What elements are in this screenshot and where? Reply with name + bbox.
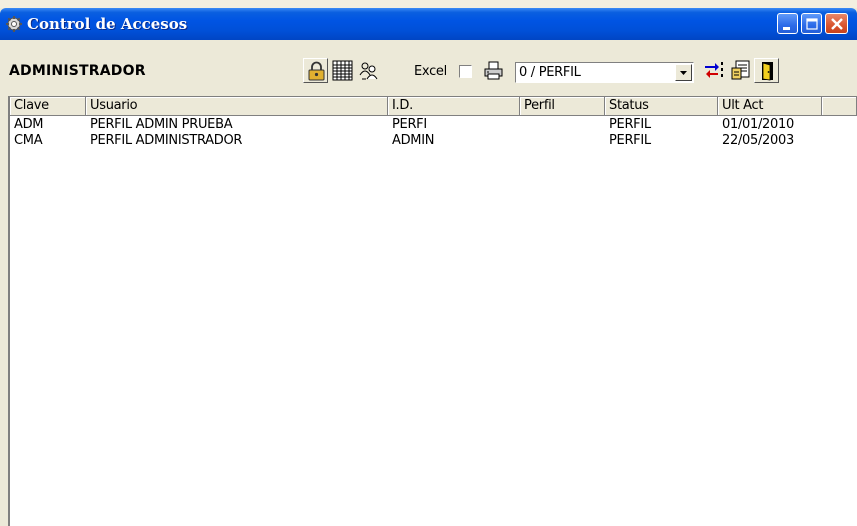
table-row[interactable]: CMA PERFIL ADMINISTRADOR ADMIN PERFIL 22…: [10, 133, 857, 149]
table-header: Clave Usuario I.D. Perfil Status Ult Act: [10, 97, 857, 116]
close-icon: [831, 18, 843, 30]
cell-usuario: PERFIL ADMINISTRADOR: [90, 133, 243, 148]
print-button[interactable]: [481, 58, 506, 83]
title-bar[interactable]: Control de Accesos: [0, 8, 857, 40]
maximize-button[interactable]: [801, 13, 822, 34]
maximize-icon: [806, 18, 818, 30]
column-header-usuario[interactable]: Usuario: [86, 97, 388, 116]
excel-label: Excel: [414, 64, 447, 79]
transfer-button[interactable]: [702, 58, 727, 83]
column-header-filler: [822, 97, 857, 116]
gear-icon: [5, 15, 23, 33]
user-role-label: ADMINISTRADOR: [9, 63, 146, 79]
chevron-down-icon: [680, 71, 687, 75]
users-table[interactable]: Clave Usuario I.D. Perfil Status Ult Act…: [8, 96, 857, 526]
printer-icon: [484, 61, 503, 80]
profile-select-value: 0 / PERFIL: [519, 65, 581, 80]
close-button[interactable]: [825, 13, 848, 34]
cell-clave: CMA: [14, 133, 43, 148]
cell-status: PERFIL: [609, 117, 651, 132]
background-strip: [0, 0, 857, 8]
lock-icon: [308, 61, 325, 81]
cell-id: ADMIN: [392, 133, 435, 148]
profile-select-dropdown-button[interactable]: [675, 64, 692, 81]
column-header-perfil[interactable]: Perfil: [520, 97, 605, 116]
exit-door-icon: [762, 62, 773, 81]
minimize-icon: [783, 27, 790, 30]
cell-usuario: PERFIL ADMIN PRUEBA: [90, 117, 233, 132]
users-button[interactable]: [356, 58, 381, 83]
cell-ult-act: 22/05/2003: [722, 133, 794, 148]
grid-icon: [332, 60, 353, 81]
table-row[interactable]: ADM PERFIL ADMIN PRUEBA PERFI PERFIL 01/…: [10, 117, 857, 133]
column-header-clave[interactable]: Clave: [10, 97, 86, 116]
cell-ult-act: 01/01/2010: [722, 117, 794, 132]
column-header-id[interactable]: I.D.: [388, 97, 520, 116]
toolbar: ADMINISTRADOR Excel 0 / PERFIL: [0, 40, 857, 96]
lock-button[interactable]: [303, 58, 328, 83]
transfer-icon: [705, 62, 723, 78]
users-icon: [359, 62, 378, 80]
profile-select[interactable]: 0 / PERFIL: [515, 62, 694, 83]
cell-clave: ADM: [14, 117, 44, 132]
cell-status: PERFIL: [609, 133, 651, 148]
app-window: Control de Accesos ADMINISTRADOR Excel 0…: [0, 8, 857, 526]
column-header-ult-act[interactable]: Ult Act: [718, 97, 822, 116]
excel-checkbox[interactable]: [459, 65, 472, 78]
minimize-button[interactable]: [777, 13, 798, 34]
grid-button[interactable]: [330, 58, 355, 83]
cell-id: PERFI: [392, 117, 427, 132]
window-title: Control de Accesos: [27, 15, 188, 33]
column-header-status[interactable]: Status: [605, 97, 718, 116]
document-button[interactable]: [728, 58, 753, 83]
exit-button[interactable]: [754, 58, 779, 83]
document-icon: [731, 60, 750, 80]
